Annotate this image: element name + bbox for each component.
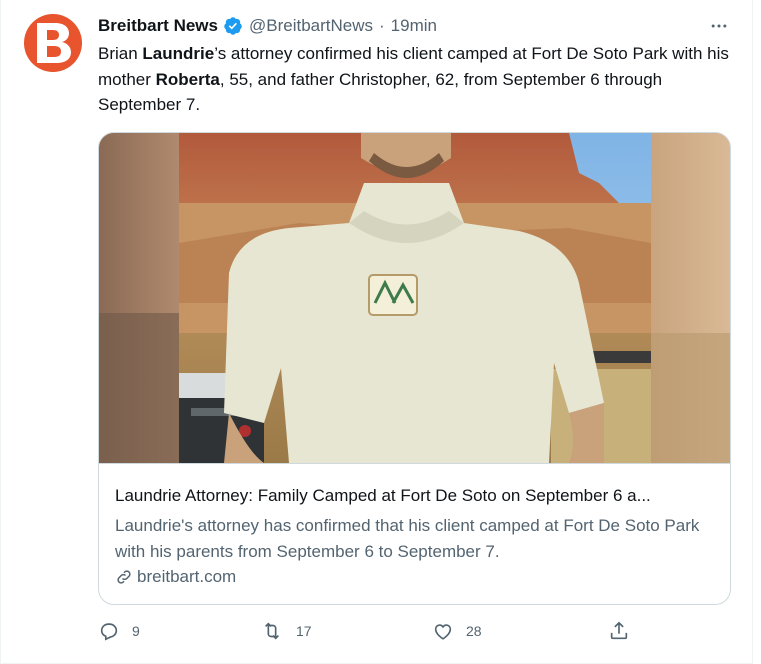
card-domain[interactable]: breitbart.com <box>115 567 236 587</box>
card-domain-text: breitbart.com <box>137 567 237 586</box>
author-name[interactable]: Breitbart News <box>98 16 218 36</box>
reply-count: 9 <box>132 623 140 639</box>
author-handle[interactable]: @BreitbartNews <box>249 16 373 36</box>
more-icon[interactable] <box>709 16 729 42</box>
card-divider <box>99 463 730 464</box>
card-image[interactable] <box>99 133 730 463</box>
breitbart-logo-icon <box>37 23 71 63</box>
share-icon <box>610 621 628 640</box>
retweet-count: 17 <box>296 623 312 639</box>
timeline-border-right <box>752 0 753 664</box>
link-icon <box>115 568 133 586</box>
tweet-actions: 9 17 28 <box>98 620 738 644</box>
link-card[interactable]: Laundrie Attorney: Family Camped at Fort… <box>98 132 731 605</box>
tweet[interactable]: Breitbart News @BreitbartNews · 19min Br… <box>0 0 761 664</box>
avatar[interactable] <box>24 14 82 72</box>
timeline-border-left <box>0 0 1 664</box>
tweet-text-bold: Laundrie <box>142 44 215 63</box>
share-button[interactable] <box>608 620 642 642</box>
like-button[interactable]: 28 <box>432 620 482 642</box>
reply-button[interactable]: 9 <box>98 620 140 642</box>
reply-icon <box>100 623 118 641</box>
tweet-text: Brian Laundrie’s attorney confirmed his … <box>98 41 738 118</box>
timestamp[interactable]: 19min <box>391 16 437 36</box>
card-description[interactable]: Laundrie's attorney has confirmed that h… <box>115 513 705 565</box>
card-title[interactable]: Laundrie Attorney: Family Camped at Fort… <box>115 486 715 506</box>
tweet-text-bold: Roberta <box>155 69 220 89</box>
separator-dot: · <box>379 16 385 35</box>
tweet-text-segment: Brian <box>98 44 143 63</box>
like-icon <box>434 624 452 640</box>
verified-badge-icon <box>223 16 243 36</box>
like-count: 28 <box>466 623 482 639</box>
retweet-icon <box>264 622 280 640</box>
retweet-button[interactable]: 17 <box>260 620 312 642</box>
tweet-header: Breitbart News @BreitbartNews · 19min <box>98 14 731 38</box>
